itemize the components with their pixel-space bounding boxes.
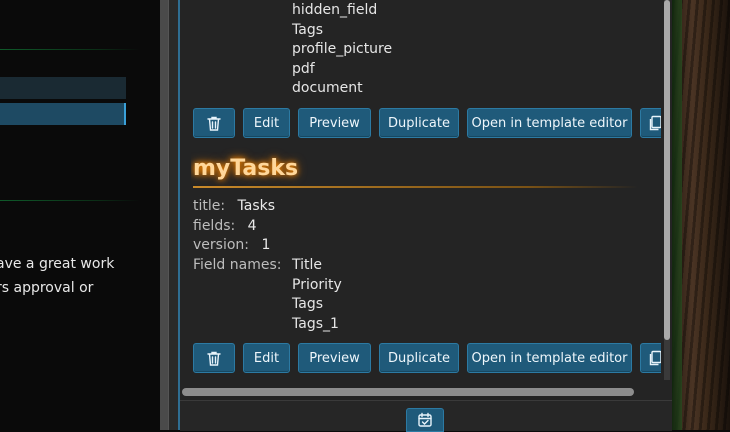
delete-button[interactable] [193, 108, 235, 138]
preview-button[interactable]: Preview [298, 343, 371, 373]
template-actions: Edit Preview Duplicate Open in template … [193, 343, 661, 373]
background-list-item-selected[interactable] [0, 103, 126, 125]
copy-icon [649, 350, 661, 366]
background-text: ave a great work rs approval or [0, 252, 160, 300]
preview-button[interactable]: Preview [298, 108, 371, 138]
version-value: 1 [261, 237, 271, 253]
template-fields-row: fields: 4 [193, 217, 257, 237]
copy-button[interactable] [640, 343, 661, 373]
desktop-wallpaper [672, 0, 730, 430]
copy-icon [649, 115, 661, 131]
template-name: myTasks [193, 156, 299, 181]
field-name: document [292, 80, 363, 97]
open-in-template-editor-button[interactable]: Open in template editor [467, 343, 632, 373]
delete-button[interactable] [193, 343, 235, 373]
edit-button[interactable]: Edit [243, 108, 290, 138]
title-label: title: [193, 198, 226, 214]
title-value: Tasks [237, 198, 276, 214]
background-text-line: ave a great work [0, 256, 115, 272]
calendar-icon [418, 412, 432, 427]
field-name: Priority [292, 276, 342, 293]
field-names-list: Title Priority Tags Tags_1 [292, 256, 342, 334]
duplicate-button[interactable]: Duplicate [379, 343, 459, 373]
divider [0, 200, 140, 201]
duplicate-button[interactable]: Duplicate [379, 108, 459, 138]
trash-icon [207, 351, 221, 366]
field-names-label-text: Field names: [193, 257, 282, 273]
template-actions: Edit Preview Duplicate Open in template … [193, 108, 661, 138]
template-title-row: title: Tasks [193, 197, 275, 217]
field-name: profile_picture [292, 41, 393, 58]
copy-button[interactable] [640, 108, 661, 138]
field-name: Title [292, 257, 323, 273]
vertical-scrollbar-thumb[interactable] [664, 0, 670, 340]
open-in-template-editor-button[interactable]: Open in template editor [467, 108, 632, 138]
horizontal-scrollbar[interactable] [182, 388, 634, 396]
background-text-line: rs approval or [0, 280, 94, 296]
template-list-scroll-area[interactable]: hidden_field Tags profile_picture pdf do… [191, 0, 661, 386]
edit-button[interactable]: Edit [243, 343, 290, 373]
field-name: Tags [292, 296, 323, 313]
fields-label: fields: [193, 218, 236, 234]
field-name: hidden_field [292, 2, 378, 18]
window-edge [160, 0, 168, 430]
template-list-panel: hidden_field Tags profile_picture pdf do… [178, 0, 674, 430]
fields-value: 4 [247, 218, 257, 234]
trash-icon [207, 116, 221, 131]
divider [0, 49, 140, 50]
field-names-label: Field names: [193, 256, 281, 276]
field-names-list: hidden_field Tags profile_picture pdf do… [292, 1, 392, 99]
template-version-row: version: 1 [193, 236, 270, 256]
calendar-button[interactable] [406, 408, 444, 432]
background-list-item[interactable] [0, 77, 126, 99]
background-app-pane: ave a great work rs approval or [0, 0, 160, 430]
field-name: Tags [292, 21, 323, 38]
section-divider [193, 186, 638, 188]
field-name: Tags_1 [292, 315, 339, 332]
version-label: version: [193, 237, 249, 253]
field-name: pdf [292, 60, 315, 77]
